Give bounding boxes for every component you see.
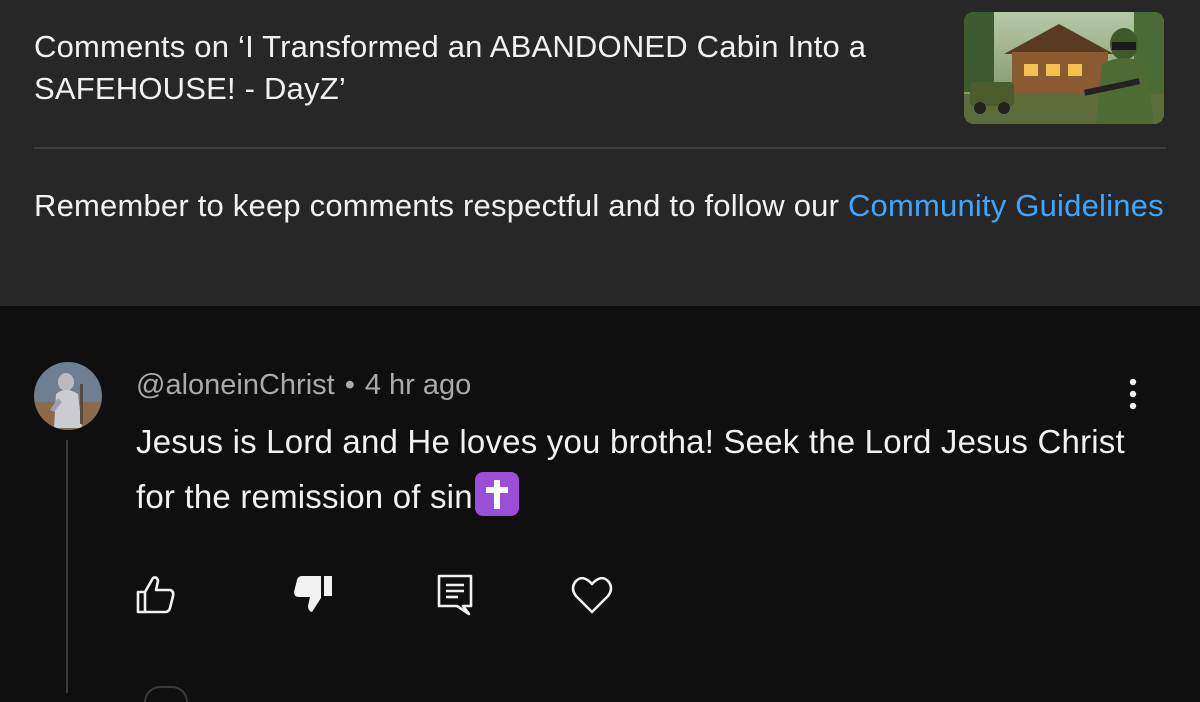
thumbnail-image — [964, 12, 1164, 124]
comment-thread: @aloneinChrist • 4 hr ago Jesus is Lord an… — [0, 306, 1200, 702]
comments-title: Comments on ‘I Transformed an ABANDONED … — [34, 29, 867, 106]
heart-icon[interactable] — [568, 570, 616, 618]
notice-text: Remember to keep comments respectful and… — [34, 188, 848, 223]
comment-text: Jesus is Lord and He loves you brotha! S… — [136, 414, 1126, 524]
reply-icon[interactable] — [432, 570, 480, 618]
thread-line — [66, 440, 68, 693]
community-guidelines-link[interactable]: Community Guidelines — [848, 188, 1164, 223]
comment-body-text: Jesus is Lord and He loves you brotha! S… — [136, 423, 1125, 515]
video-thumbnail[interactable] — [964, 12, 1164, 124]
comment-meta: @aloneinChrist • 4 hr ago — [136, 366, 471, 404]
avatar[interactable] — [34, 362, 102, 430]
more-vertical-icon[interactable] — [1118, 376, 1148, 416]
meta-separator: • — [344, 369, 355, 401]
reply-avatar[interactable] — [144, 686, 188, 702]
comments-header: Comments on ‘I Transformed an ABANDONED … — [0, 0, 1200, 306]
community-notice: Remember to keep comments respectful and… — [34, 184, 1174, 228]
like-icon[interactable] — [132, 570, 180, 618]
divider — [34, 147, 1166, 149]
dislike-icon[interactable] — [290, 570, 338, 618]
comment-time: 4 hr ago — [364, 369, 472, 401]
latin-cross-emoji — [474, 472, 519, 516]
comment-author[interactable]: @aloneinChrist — [136, 369, 335, 401]
avatar-image — [34, 362, 102, 430]
